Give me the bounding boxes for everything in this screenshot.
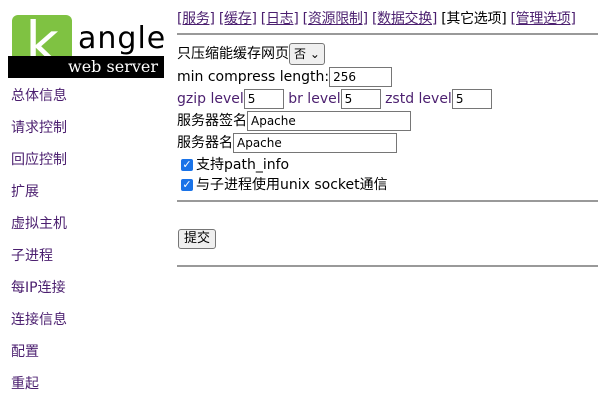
sidebar-item-connection-info[interactable]: 连接信息 [11, 304, 67, 336]
zstd-level-label[interactable]: zstd level [385, 91, 452, 107]
only-compress-cached-select[interactable]: 否 ⌄ [289, 43, 325, 65]
sidebar-item-subprocess[interactable]: 子进程 [11, 240, 67, 272]
row-unix-socket: ✓ 与子进程使用unix socket通信 [181, 174, 388, 196]
row-server-signature: 服务器签名 Apache [177, 110, 411, 132]
top-divider [177, 33, 598, 35]
row-min-compress-length: min compress length: 256 [177, 66, 393, 88]
submit-button[interactable]: 提交 [178, 229, 217, 249]
logo-tagline: web server [68, 57, 158, 76]
tab-service[interactable]: [服务] [177, 11, 215, 27]
kangle-logo: k angle web server [8, 14, 167, 78]
server-name-input[interactable]: Apache [233, 133, 397, 153]
logo-tagline-bar: web server [8, 56, 164, 78]
sidebar-item-response-control[interactable]: 回应控制 [11, 144, 67, 176]
min-compress-length-input[interactable]: 256 [329, 67, 393, 87]
bottom-divider [177, 265, 598, 267]
tab-data-exchange[interactable]: [数据交换] [372, 11, 437, 27]
min-compress-length-label: min compress length: [177, 69, 330, 85]
only-compress-cached-value: 否 [294, 47, 307, 61]
br-level-label[interactable]: br level [288, 91, 340, 107]
gzip-level-input[interactable]: 5 [243, 89, 284, 109]
sidebar-item-request-control[interactable]: 请求控制 [11, 112, 67, 144]
row-compress-levels: gzip level 5 br level 5 zstd level 5 [177, 88, 492, 110]
tab-other-options: [其它选项] [441, 11, 507, 27]
row-server-name: 服务器名 Apache [177, 132, 397, 154]
sidebar-item-restart[interactable]: 重起 [11, 368, 67, 400]
form-divider [177, 200, 598, 202]
sidebar-item-config[interactable]: 配置 [11, 336, 67, 368]
tab-log[interactable]: [日志] [261, 11, 299, 27]
unix-socket-checkbox[interactable]: ✓ [181, 179, 193, 191]
tab-cache[interactable]: [缓存] [219, 11, 257, 27]
server-signature-input[interactable]: Apache [247, 111, 411, 131]
server-signature-label: 服务器签名 [177, 113, 247, 129]
gzip-level-label[interactable]: gzip level [177, 91, 244, 107]
row-only-compress-cached: 只压缩能缓存网页否 ⌄ [177, 43, 325, 65]
sidebar-item-virtual-hosts[interactable]: 虚拟主机 [11, 208, 67, 240]
server-name-label: 服务器名 [177, 135, 233, 151]
tab-admin-options[interactable]: [管理选项] [511, 11, 576, 27]
sidebar: 总体信息 请求控制 回应控制 扩展 虚拟主机 子进程 每IP连接 连接信息 配置… [11, 80, 67, 400]
logo-word: angle [78, 21, 167, 56]
row-path-info: ✓ 支持path_info [181, 154, 289, 176]
only-compress-cached-label: 只压缩能缓存网页 [177, 46, 289, 62]
zstd-level-input[interactable]: 5 [451, 89, 492, 109]
unix-socket-label: 与子进程使用unix socket通信 [196, 177, 388, 193]
br-level-input[interactable]: 5 [340, 89, 381, 109]
chevron-down-icon: ⌄ [309, 47, 320, 61]
sidebar-item-per-ip-connections[interactable]: 每IP连接 [11, 272, 67, 304]
path-info-checkbox[interactable]: ✓ [181, 159, 193, 171]
tab-resource-limit[interactable]: [资源限制] [303, 11, 368, 27]
top-nav: [服务] [缓存] [日志] [资源限制] [数据交换] [其它选项] [管理选… [177, 8, 576, 28]
path-info-label: 支持path_info [196, 157, 290, 173]
sidebar-item-extensions[interactable]: 扩展 [11, 176, 67, 208]
sidebar-item-overview[interactable]: 总体信息 [11, 80, 67, 112]
